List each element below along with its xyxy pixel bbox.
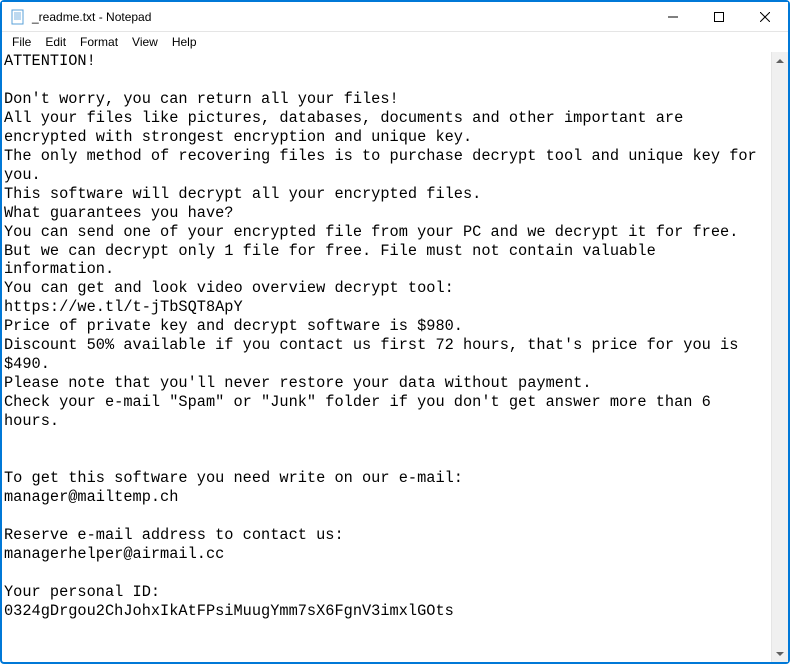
maximize-button[interactable] (696, 2, 742, 31)
minimize-button[interactable] (650, 2, 696, 31)
window-controls (650, 2, 788, 31)
title-bar: _readme.txt - Notepad (2, 2, 788, 32)
scroll-track[interactable] (772, 69, 788, 645)
scroll-up-button[interactable] (772, 52, 788, 69)
menu-help[interactable]: Help (166, 34, 203, 50)
menu-view[interactable]: View (126, 34, 164, 50)
notepad-icon (10, 9, 26, 25)
content-area: ATTENTION! Don't worry, you can return a… (2, 52, 788, 662)
close-button[interactable] (742, 2, 788, 31)
menu-bar: File Edit Format View Help (2, 32, 788, 52)
menu-file[interactable]: File (6, 34, 37, 50)
scroll-down-button[interactable] (772, 645, 788, 662)
text-editor[interactable]: ATTENTION! Don't worry, you can return a… (2, 52, 771, 662)
title-bar-left: _readme.txt - Notepad (2, 9, 151, 25)
menu-edit[interactable]: Edit (39, 34, 72, 50)
window-title: _readme.txt - Notepad (32, 10, 151, 24)
vertical-scrollbar[interactable] (771, 52, 788, 662)
menu-format[interactable]: Format (74, 34, 124, 50)
